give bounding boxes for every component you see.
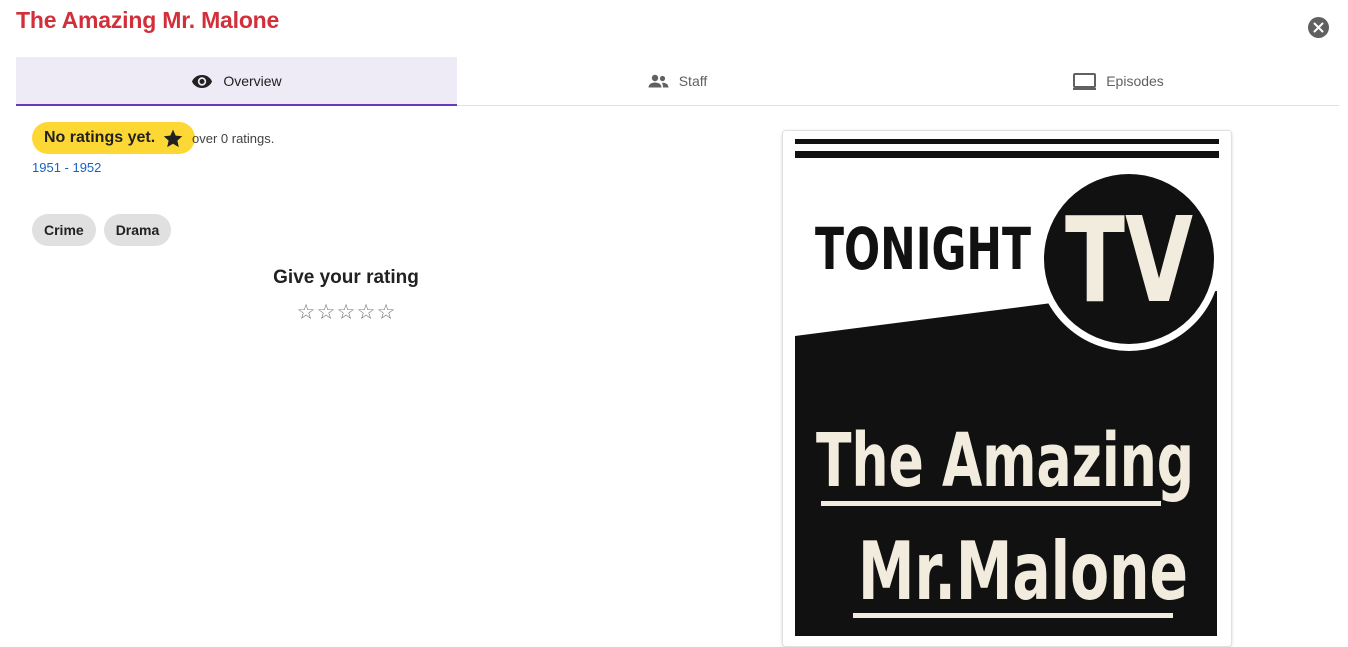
tv-icon <box>1073 72 1097 90</box>
star-outline-icon[interactable]: ☆ <box>376 301 396 325</box>
rating-badge-label: No ratings yet. <box>44 129 156 146</box>
tab-staff-label: Staff <box>678 73 708 89</box>
poster-tv-text: TV <box>1065 191 1193 329</box>
tab-episodes[interactable]: Episodes <box>898 57 1339 105</box>
poster-amazing-text: The Amazing <box>816 418 1194 504</box>
star-outline-icon[interactable]: ☆ <box>316 301 336 325</box>
poster-tonight-text: TONIGHT <box>815 215 1031 283</box>
tab-episodes-label: Episodes <box>1106 73 1164 89</box>
genre-chip-crime[interactable]: Crime <box>32 214 96 246</box>
star-outline-icon[interactable]: ☆ <box>296 301 316 325</box>
tab-overview-label: Overview <box>223 73 282 89</box>
poster-card: TONIGHT TV The Amazing Mr.Malone <box>782 130 1232 647</box>
tab-bar: Overview Staff Episodes <box>16 57 1339 106</box>
people-icon <box>648 74 669 88</box>
close-icon <box>1313 22 1324 33</box>
rating-stars[interactable]: ☆ ☆ ☆ ☆ ☆ <box>296 301 396 325</box>
rating-count: over 0 ratings. <box>192 131 275 146</box>
tab-staff[interactable]: Staff <box>457 57 898 105</box>
genre-list: Crime Drama <box>32 214 172 246</box>
give-rating-heading: Give your rating <box>273 267 419 288</box>
star-icon <box>163 129 183 148</box>
poster-image: TONIGHT TV The Amazing Mr.Malone <box>783 131 1231 646</box>
year-range[interactable]: 1951 - 1952 <box>32 160 101 175</box>
close-button[interactable] <box>1308 17 1329 38</box>
poster-malone-text: Mr.Malone <box>858 525 1188 618</box>
eye-icon <box>191 74 213 89</box>
genre-chip-drama[interactable]: Drama <box>103 214 172 246</box>
star-outline-icon[interactable]: ☆ <box>356 301 376 325</box>
page-title: The Amazing Mr. Malone <box>16 7 280 33</box>
tab-overview[interactable]: Overview <box>16 57 457 106</box>
star-outline-icon[interactable]: ☆ <box>336 301 356 325</box>
rating-badge: No ratings yet. <box>32 122 196 154</box>
